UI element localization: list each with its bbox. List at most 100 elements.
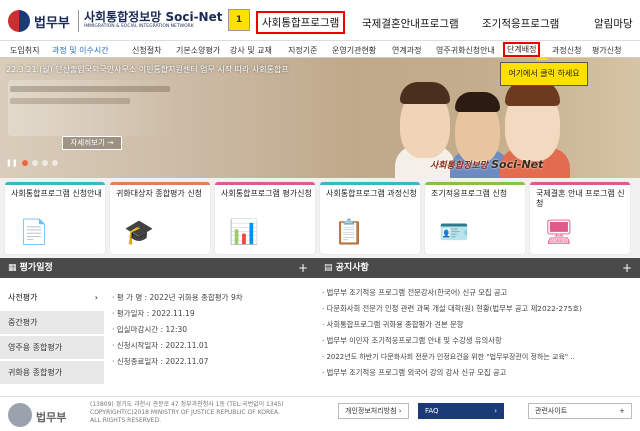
tab-label: 귀화용 종합평가 [8,368,63,377]
checklist-icon: 📋 [334,218,364,246]
subnav-course-apply[interactable]: 과정신청 [552,45,581,56]
card-marriage-program[interactable]: 국제결혼 안내 프로그램 신청 🖥 [530,182,630,254]
nav-notice-board[interactable]: 알림마당 [594,16,633,31]
card-title: 조기적응프로그램 신청 [431,189,508,198]
card-title: 사회통합프로그램 신청안내 [11,189,102,198]
subnav-residency-guide[interactable]: 영주귀화신청안내 [436,45,495,56]
callout-arrow-icon [536,58,548,60]
carousel-dot[interactable] [21,160,28,166]
card-title: 사회통합프로그램 과정신청 [326,189,417,198]
tab-pre-eval[interactable]: 사전평가 › [0,286,104,310]
calendar-icon: ▦ [8,263,20,273]
hero-text-line [10,86,170,92]
monitor-icon: 🖥 [543,218,575,246]
hero-text-line [10,98,130,104]
card-program-guide[interactable]: 사회통합프로그램 신청안내 📄 [5,182,105,254]
tab-residency-eval[interactable]: 영주용 종합평가 [0,336,104,360]
subnav-procedure[interactable]: 신청절차 [132,45,161,56]
id-card-icon: 🪪 [439,218,469,246]
chevron-right-icon: › [494,407,497,415]
logo-divider [78,10,79,32]
chevron-right-icon: › [94,293,98,302]
card-eval-apply[interactable]: 사회통합프로그램 평가신청 📊 [215,182,315,254]
footer-emblem-icon [8,403,32,427]
eval-info-row: · 신청종료일자 : 2022.11.07 [112,357,209,366]
info-panels: ▦ 평가일정 + 사전평가 › 중간평가 영주용 종합평가 귀화용 종합평가 · … [0,258,640,396]
more-details-button[interactable]: 자세히보기 → [62,136,122,150]
hero-banner[interactable]: 22.3.21.(월) 안산출입국외국인사무소 이민통합지원센터 업무 시작 따… [0,58,640,178]
nav-early-adaptation[interactable]: 조기적응프로그램 [482,16,559,31]
brand-subtitle: IMMIGRATION & SOCIAL INTEGRATION NETWORK [84,24,194,29]
eval-info-row: · 입실마감시간 : 12:30 [112,325,188,334]
subnav-instructor-textbook[interactable]: 강사 및 교재 [230,45,272,56]
hero-person-hair [455,92,500,112]
notice-item[interactable]: · 2022년도 하반기 다문화사회 전문가 인정요건을 위한 "법무부장관이 … [322,352,575,362]
subnav-course-hours[interactable]: 과정 및 이수시간 [52,45,109,56]
eval-schedule-header: ▦ 평가일정 + [0,258,316,278]
subnav-linked-course[interactable]: 연계과정 [392,45,421,56]
carousel-dot[interactable] [31,160,38,166]
eval-schedule-title: 평가일정 [19,263,53,273]
subnav-basic-eval[interactable]: 기본소양평가 [176,45,220,56]
tab-mid-eval[interactable]: 중간평가 [0,311,104,335]
tab-label: 영주용 종합평가 [8,343,63,352]
carousel-dot[interactable] [41,160,48,166]
related-sites-select[interactable]: 관련사이트 + [528,403,632,419]
card-title: 국제결혼 안내 프로그램 신청 [536,189,625,208]
step-number-badge: 1 [228,9,250,31]
subnav-institutions[interactable]: 운영기관현황 [332,45,376,56]
card-course-apply[interactable]: 사회통합프로그램 과정신청 📋 [320,182,420,254]
notice-more-plus-icon[interactable]: + [622,258,632,278]
tab-naturalization-eval[interactable]: 귀화용 종합평가 [0,361,104,385]
ministry-logo-text[interactable]: 법무부 [34,12,70,31]
card-early-adaptation[interactable]: 조기적응프로그램 신청 🪪 [425,182,525,254]
footer-copyright: COPYRIGHT(C)2018 MINISTRY OF JUSTICE REP… [90,409,280,417]
footer-rights: ALL RIGHTS RESERVED. [90,417,162,425]
notice-item[interactable]: · 법무부 조기적응 프로그램 외국어 강의 강사 신규 모집 공고 [322,368,506,378]
eval-info-row: · 평가일자 : 2022.11.19 [112,309,195,318]
related-sites-label: 관련사이트 [535,407,568,415]
nav-social-integration-program[interactable]: 사회통합프로그램 [256,11,346,34]
eval-info-row: · 평 가 명 : 2022년 귀화용 종합평가 9차 [112,293,243,302]
news-ticker[interactable]: 22.3.21.(월) 안산출입국외국인사무소 이민통합지원센터 업무 시작 따… [6,64,289,75]
tab-label: 중간평가 [8,318,38,327]
click-here-callout: 여기에서 클릭 하세요 [500,62,588,86]
faq-label: FAQ [425,407,439,415]
site-footer: 법무부 (13809) 경기도 과천시 관문로 47 정부과천청사 1동 (TE… [0,396,640,431]
carousel-controls: ❚❚ [6,159,58,167]
notice-header: ▤ 공지사항 + [316,258,640,278]
ministry-emblem-icon[interactable] [8,10,30,32]
hero-logo-script: 사회통합정보망 [430,161,488,171]
graduation-cap-icon: 🎓 [124,218,154,246]
carousel-dot[interactable] [51,160,58,166]
notice-item[interactable]: · 법무부 이민자 조기적응프로그램 안내 및 수강생 유의사항 [322,336,502,346]
site-header: 법무부 사회통합정보망 Soci-Net IMMIGRATION & SOCIA… [0,0,640,40]
card-title: 사회통합프로그램 평가신청 [221,189,312,198]
footer-address-line: (13809) 경기도 과천시 관문로 47 정부과천청사 1동 (TEL:국번… [90,401,284,408]
subnav-eval-apply[interactable]: 평가신청 [592,45,621,56]
card-naturalization-eval[interactable]: 귀화대상자 종합평가 신청 🎓 [110,182,210,254]
subnav-level-placement[interactable]: 단계배정 [503,42,541,57]
eval-more-plus-icon[interactable]: + [298,258,308,278]
plus-icon: + [619,407,625,415]
sub-navigation: 도입취지 과정 및 이수시간 신청절차 기본소양평가 강사 및 교재 지정기준 … [0,40,640,58]
faq-button[interactable]: FAQ › [418,403,504,419]
presentation-icon: 📊 [229,218,259,246]
eval-info-row: · 신청시작일자 : 2022.11.01 [112,341,209,350]
quick-service-cards: 사회통합프로그램 신청안내 📄 귀화대상자 종합평가 신청 🎓 사회통합프로그램… [0,178,640,258]
card-title: 귀화대상자 종합평가 신청 [116,189,203,198]
notice-item[interactable]: · 다문화사회 전문가 인정 관련 과목 개설 대학(원) 현황(법무부 공고 … [322,304,582,314]
brand-title[interactable]: 사회통합정보망 Soci-Net [84,8,222,25]
pause-icon[interactable]: ❚❚ [6,159,18,167]
tab-label: 사전평가 [8,293,38,302]
notice-item[interactable]: · 법무부 조기적응 프로그램 전문강사(한국어) 신규 모집 공고 [322,288,507,298]
privacy-policy-button[interactable]: 개인정보처리방침 › [338,403,409,419]
footer-address: (13809) 경기도 과천시 관문로 47 정부과천청사 1동 (TEL:국번… [90,401,284,425]
subnav-criteria[interactable]: 지정기준 [288,45,317,56]
nav-international-marriage[interactable]: 국제결혼안내프로그램 [362,16,459,31]
hero-person-hair [400,82,450,104]
notice-item[interactable]: · 사회통합프로그램 귀화용 종합평가 견본 문항 [322,320,463,330]
notice-title: 공지사항 [335,263,369,273]
hero-logo-socinet: Soci-Net [491,158,544,171]
subnav-intro[interactable]: 도입취지 [10,45,39,56]
